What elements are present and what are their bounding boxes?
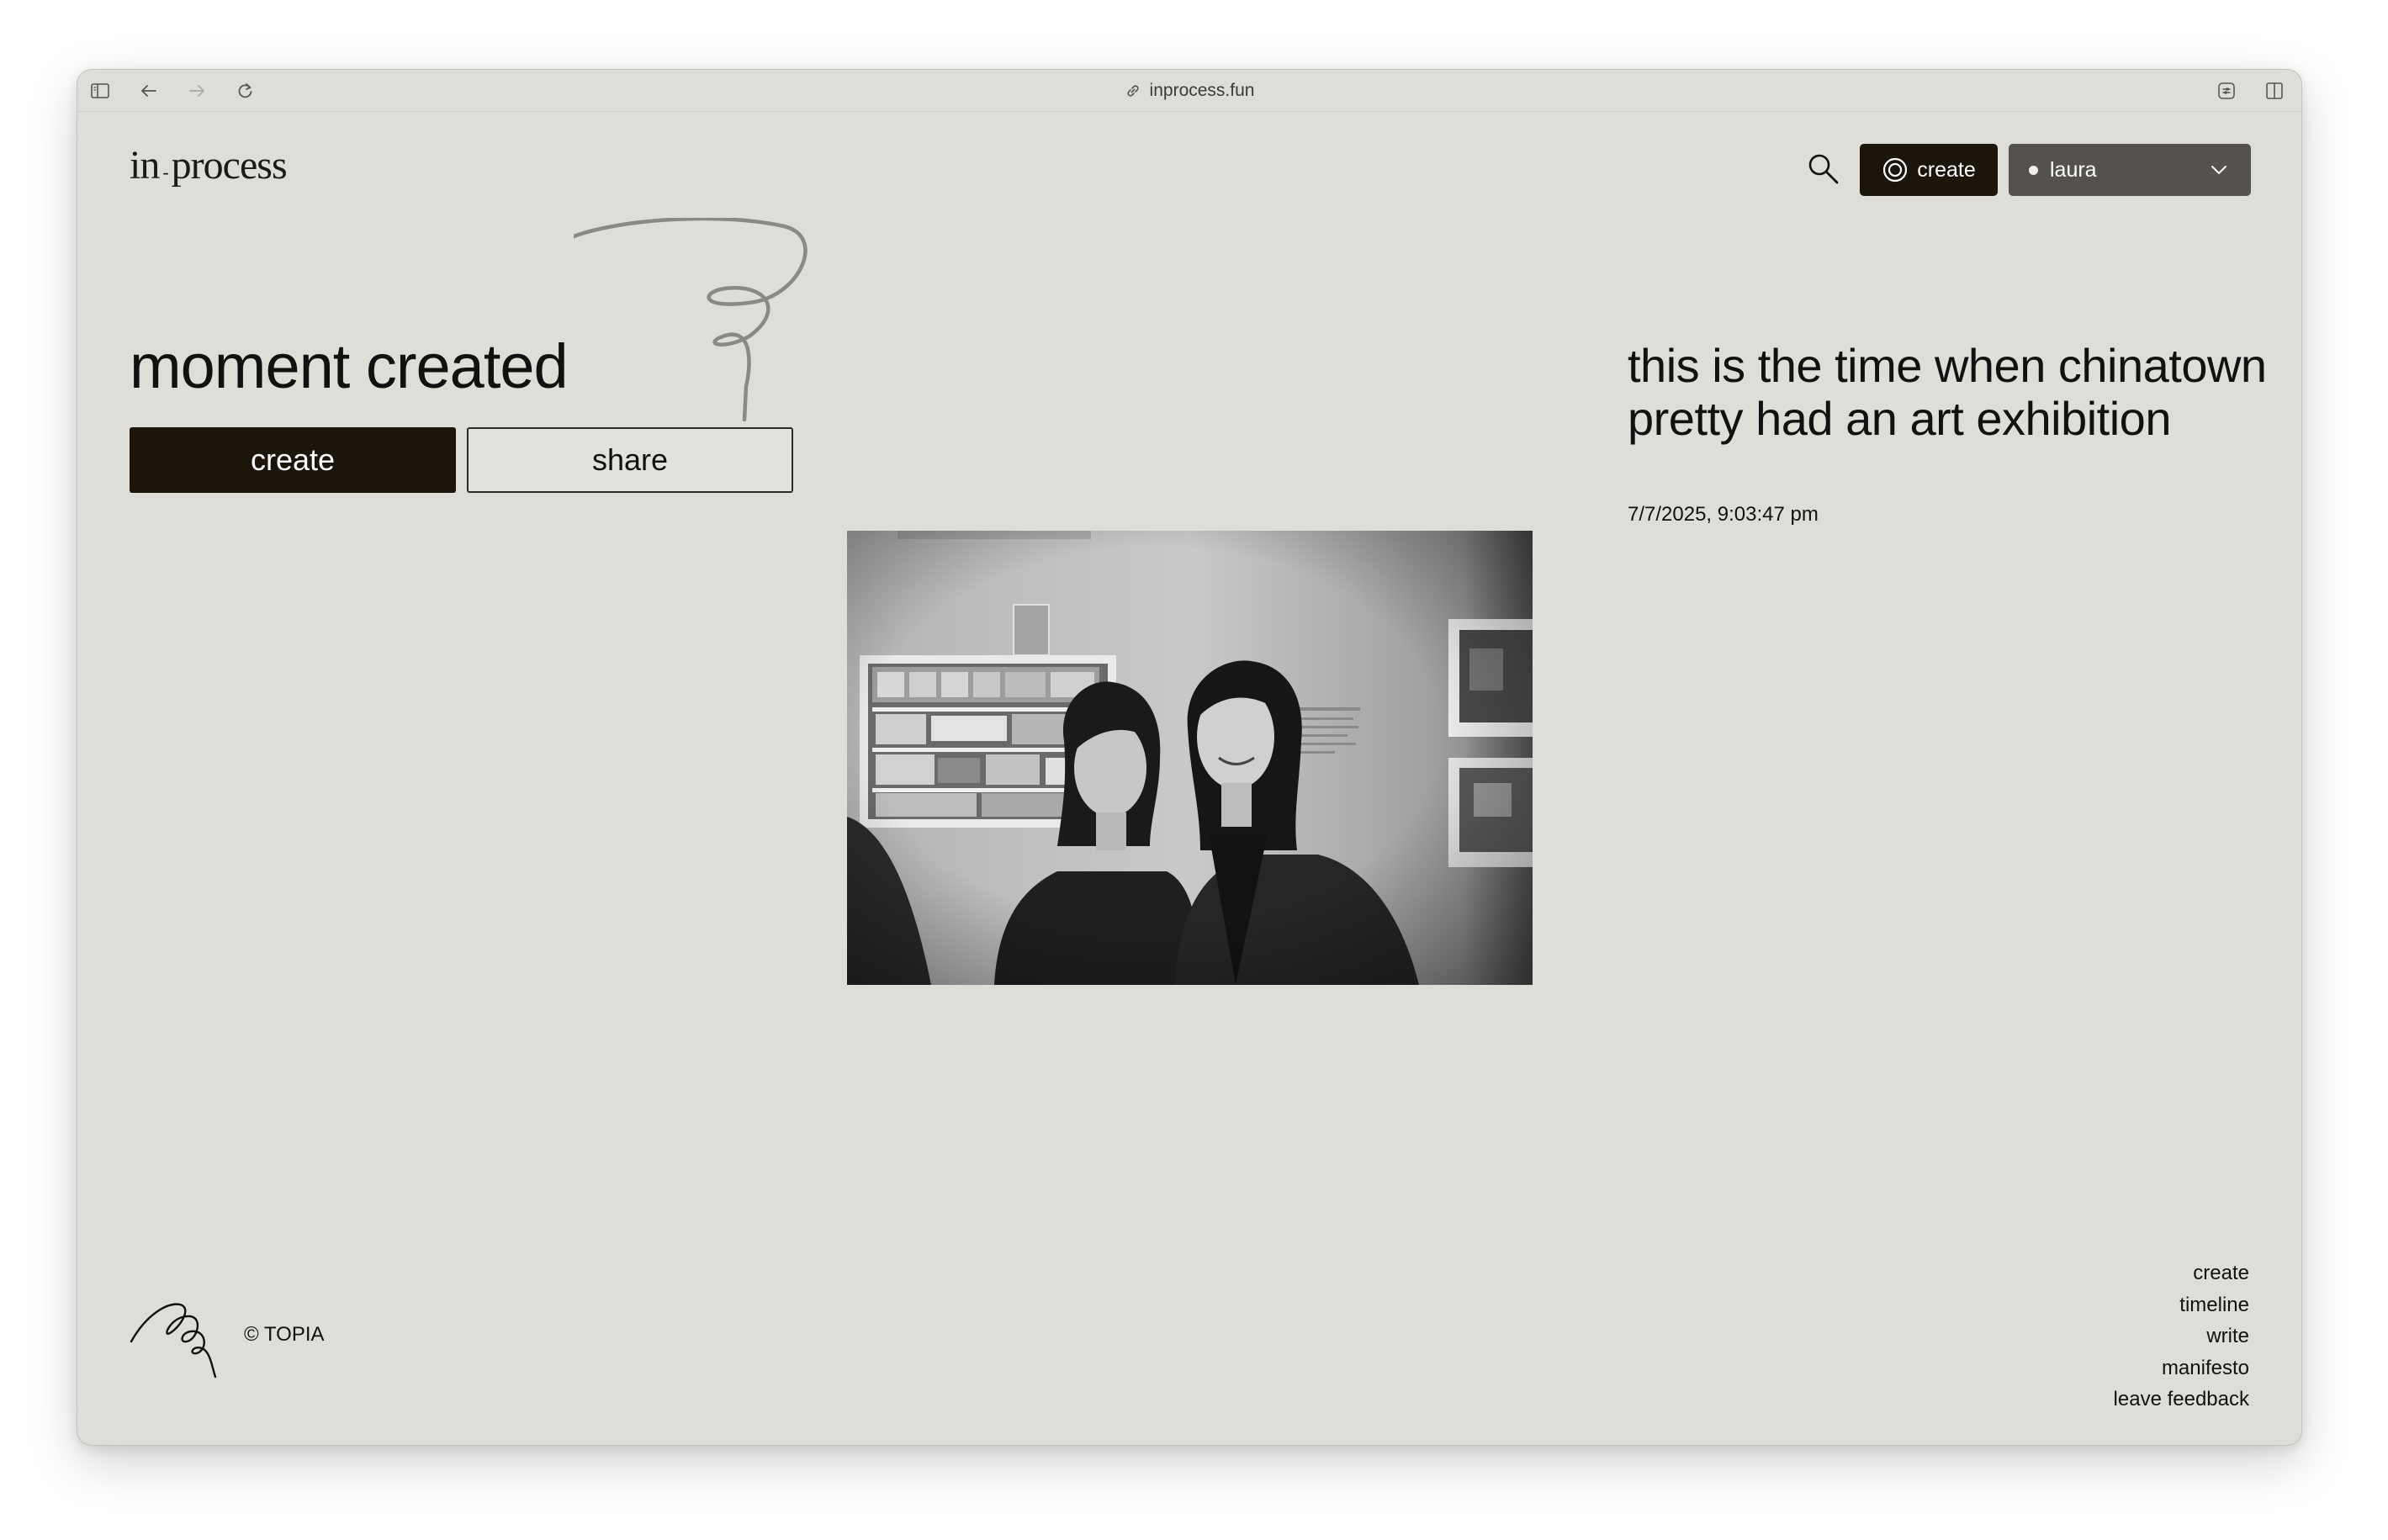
moment-timestamp: 7/7/2025, 9:03:47 pm (1628, 503, 1819, 526)
url-text: inprocess.fun (1149, 81, 1255, 100)
create-button[interactable]: create (130, 427, 456, 493)
browser-toolbar: inprocess.fun (77, 70, 2301, 112)
footer-nav: create timeline write manifesto leave fe… (2114, 1257, 2249, 1416)
logo-hyphen: - (162, 161, 168, 183)
user-dropdown[interactable]: laura (2009, 144, 2251, 196)
header-create-button[interactable]: create (1860, 144, 1998, 196)
logo-text-process: process (171, 143, 288, 188)
signature-logo (130, 1303, 217, 1379)
ring-icon (1883, 157, 1908, 183)
header-create-label: create (1917, 157, 1976, 182)
user-status-dot (2029, 165, 2038, 175)
page-headline: moment created (130, 331, 569, 401)
footer-link-create[interactable]: create (2114, 1257, 2249, 1289)
extension-icon[interactable] (2216, 80, 2237, 102)
address-bar[interactable]: inprocess.fun (77, 80, 2301, 102)
share-button[interactable]: share (467, 427, 793, 493)
copyright-text: © TOPIA (244, 1323, 325, 1346)
split-view-icon[interactable] (2264, 80, 2285, 102)
footer-link-write[interactable]: write (2114, 1320, 2249, 1352)
moment-title: this is the time when chinatown pretty h… (1628, 339, 2267, 445)
footer-link-timeline[interactable]: timeline (2114, 1289, 2249, 1321)
footer-link-manifesto[interactable]: manifesto (2114, 1352, 2249, 1384)
browser-window: inprocess.fun in - process create laura … (77, 69, 2302, 1446)
search-icon[interactable] (1805, 151, 1842, 188)
squiggle-decoration (574, 218, 807, 422)
site-logo[interactable]: in - process (130, 142, 288, 188)
link-icon (1126, 85, 1139, 97)
footer-link-leave-feedback[interactable]: leave feedback (2114, 1384, 2249, 1416)
user-name: laura (2050, 157, 2097, 182)
chevron-down-icon (2211, 166, 2227, 174)
logo-text-in: in (130, 143, 160, 188)
moment-photo (847, 531, 1533, 985)
